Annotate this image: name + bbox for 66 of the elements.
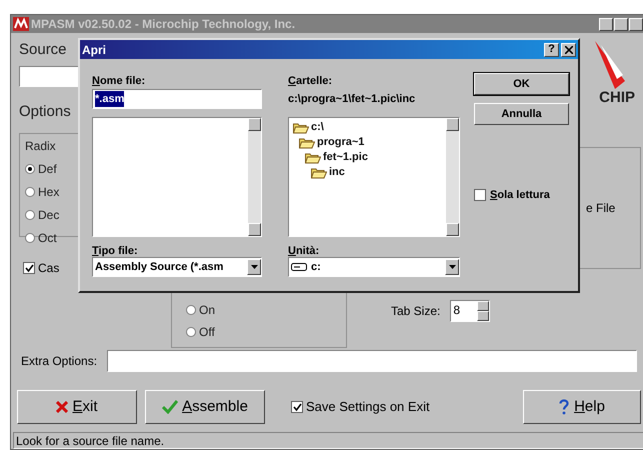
- folder-icon: [311, 166, 327, 178]
- file-name-field[interactable]: *.asm: [92, 89, 262, 109]
- radio-button[interactable]: [25, 164, 35, 174]
- assemble-button[interactable]: Assemble: [145, 390, 265, 424]
- checkbox[interactable]: [23, 262, 35, 274]
- radio-label: Hex: [38, 184, 60, 201]
- checkbox-label: Save Settings on Exit: [306, 398, 430, 416]
- radio-button[interactable]: [25, 233, 35, 243]
- options-label: Options: [19, 102, 72, 122]
- source-field[interactable]: [19, 66, 81, 86]
- cancel-button[interactable]: Annulla: [474, 103, 569, 125]
- radio-label: On: [199, 302, 216, 319]
- exit-button[interactable]: Exit: [17, 390, 137, 424]
- folder-tree[interactable]: c:\ progra~1 fet~1.pic inc: [288, 117, 460, 237]
- question-mark-icon: [559, 399, 570, 415]
- extra-options-field[interactable]: [107, 350, 637, 372]
- scrollbar[interactable]: [248, 118, 261, 236]
- dropdown[interactable]: Assembly Source (*.asm: [92, 257, 262, 277]
- extra-options-label: Extra Options:: [20, 353, 98, 370]
- folder-item[interactable]: progra~1: [317, 134, 364, 151]
- logo-text: CHIP: [599, 88, 635, 108]
- checkbox-label: Cas: [38, 260, 60, 277]
- radio-label: Off: [199, 324, 215, 341]
- checkbox[interactable]: [291, 401, 303, 413]
- folder-icon: [293, 122, 309, 134]
- folder-icon: [305, 152, 321, 164]
- radio-label: Def: [38, 161, 57, 178]
- tab-size-label: Tab Size:: [391, 303, 440, 320]
- checkbox[interactable]: [474, 189, 486, 202]
- radio-label: Oct: [38, 230, 57, 247]
- dialog-title: Apri: [82, 42, 106, 58]
- field-label: Tipo file:: [92, 244, 139, 257]
- window-title: MPASM v02.50.02 - Microchip Technology, Inc.: [31, 16, 296, 33]
- folder-path: c:\progra~1\fet~1.pic\inc: [288, 92, 416, 107]
- group-label: Radix: [25, 138, 57, 155]
- radio-button[interactable]: [186, 327, 196, 337]
- radio-label: Dec: [38, 207, 60, 224]
- folder-item[interactable]: fet~1.pic: [323, 149, 368, 166]
- tab-size-spinner[interactable]: 8: [450, 300, 490, 322]
- scrollbar[interactable]: [446, 118, 459, 236]
- folder-icon: [299, 136, 315, 148]
- help-button[interactable]: ?: [544, 42, 559, 56]
- cross-icon: [56, 401, 68, 413]
- help-button[interactable]: Help: [523, 390, 641, 424]
- radio-button[interactable]: [25, 187, 35, 197]
- checkmark-icon: [162, 400, 178, 414]
- drive-icon: [291, 262, 307, 272]
- app-icon: [13, 17, 29, 31]
- field-label: Nome file:: [92, 74, 146, 89]
- maximize-button[interactable]: [614, 18, 628, 30]
- dropdown[interactable]: c:: [288, 257, 460, 277]
- field-label: Cartelle:: [288, 74, 334, 89]
- minimize-button[interactable]: [599, 18, 613, 30]
- group-text: e File: [586, 200, 616, 217]
- close-icon: [564, 46, 572, 54]
- folder-item[interactable]: inc: [329, 164, 345, 181]
- radio-button[interactable]: [186, 305, 196, 315]
- radio-button[interactable]: [25, 210, 35, 220]
- close-button[interactable]: [561, 42, 576, 56]
- field-label: Unità:: [288, 244, 320, 257]
- source-label: Source: [19, 40, 68, 60]
- close-button[interactable]: [629, 18, 643, 30]
- ok-button[interactable]: OK: [474, 73, 569, 95]
- checkbox-label: Sola lettura: [490, 188, 550, 203]
- status-bar: Look for a source file name.: [13, 432, 643, 449]
- folder-item[interactable]: c:\: [311, 119, 324, 136]
